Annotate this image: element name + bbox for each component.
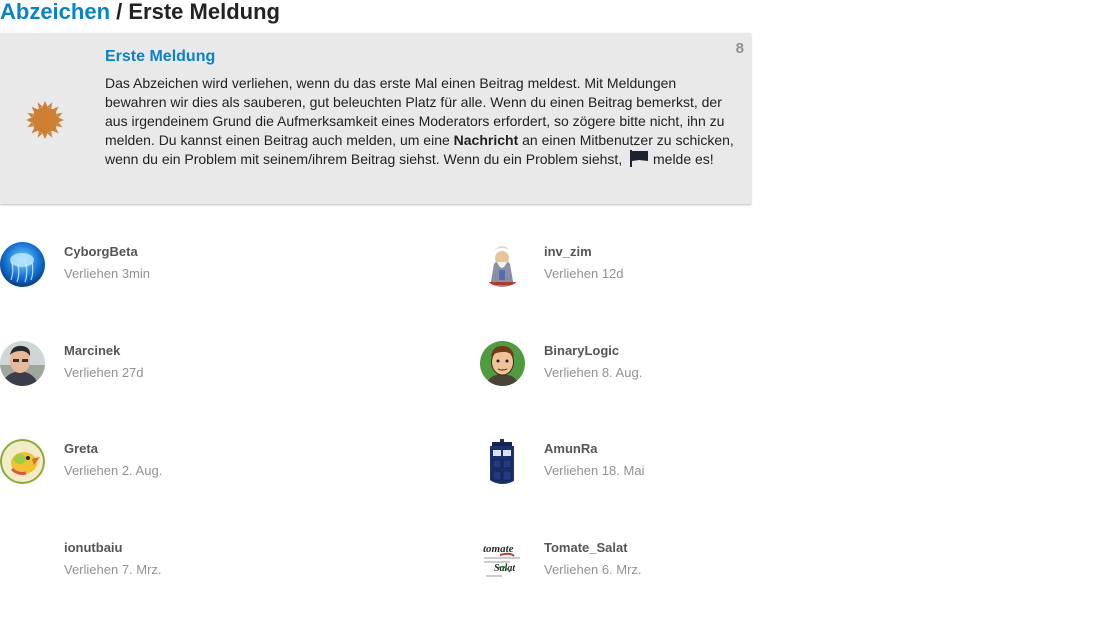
user-item-inv-zim[interactable]: inv_zim Verliehen 12d	[480, 242, 840, 292]
badge-grant-count: 8	[735, 40, 744, 57]
bird-avatar[interactable]	[0, 439, 45, 484]
badge-bronze-cog-icon	[26, 101, 64, 139]
granted-time: Verliehen 12d	[544, 266, 624, 281]
cartoon-face-avatar[interactable]	[480, 341, 525, 386]
granted-time: Verliehen 6. Mrz.	[544, 562, 642, 577]
flag-icon	[629, 150, 649, 167]
wizard-avatar[interactable]	[480, 242, 525, 287]
user-item-amunra[interactable]: AmunRa Verliehen 18. Mai	[480, 439, 840, 489]
user-item-ionutbaiu[interactable]: ionutbaiu Verliehen 7. Mrz.	[0, 538, 360, 588]
username[interactable]: Greta	[64, 441, 98, 456]
username[interactable]: ionutbaiu	[64, 540, 123, 555]
user-item-tomate-salat[interactable]: tomate Salat Tomate_Salat Verliehen 6. M…	[480, 538, 840, 588]
username[interactable]: Tomate_Salat	[544, 540, 628, 555]
username[interactable]: AmunRa	[544, 441, 597, 456]
user-item-marcinek[interactable]: Marcinek Verliehen 27d	[0, 341, 360, 391]
granted-time: Verliehen 2. Aug.	[64, 463, 163, 478]
breadcrumb-separator: /	[110, 0, 129, 24]
badge-card: 8 Erste Meldung Das Abzeichen wird verli…	[0, 33, 751, 204]
user-item-greta[interactable]: Greta Verliehen 2. Aug.	[0, 439, 360, 489]
empty-avatar[interactable]	[0, 538, 45, 583]
breadcrumb-badges-link[interactable]: Abzeichen	[0, 0, 110, 24]
badge-name-link[interactable]: Erste Meldung	[105, 48, 215, 66]
badge-desc-text-3: melde es!	[649, 151, 714, 167]
badge-desc-bold: Nachricht	[453, 132, 519, 148]
granted-time: Verliehen 7. Mrz.	[64, 562, 162, 577]
granted-time: Verliehen 3min	[64, 266, 150, 281]
police-box-avatar[interactable]	[480, 439, 525, 484]
badge-description: Das Abzeichen wird verliehen, wenn du da…	[105, 74, 741, 169]
granted-time: Verliehen 27d	[64, 365, 144, 380]
text-logo-avatar[interactable]: tomate Salat	[480, 538, 525, 583]
username[interactable]: inv_zim	[544, 244, 592, 259]
avatar-logo-text-bottom: Salat	[494, 563, 516, 574]
page-title: Abzeichen / Erste Meldung	[0, 0, 280, 24]
user-item-cyborgbeta[interactable]: CyborgBeta Verliehen 3min	[0, 242, 360, 292]
granted-time: Verliehen 8. Aug.	[544, 365, 643, 380]
breadcrumb-current: Erste Meldung	[128, 0, 280, 24]
jellyfish-avatar[interactable]	[0, 242, 45, 287]
user-item-binarylogic[interactable]: BinaryLogic Verliehen 8. Aug.	[480, 341, 840, 391]
username[interactable]: Marcinek	[64, 343, 120, 358]
username[interactable]: BinaryLogic	[544, 343, 619, 358]
photo-avatar[interactable]	[0, 341, 45, 386]
username[interactable]: CyborgBeta	[64, 244, 138, 259]
granted-time: Verliehen 18. Mai	[544, 463, 645, 478]
